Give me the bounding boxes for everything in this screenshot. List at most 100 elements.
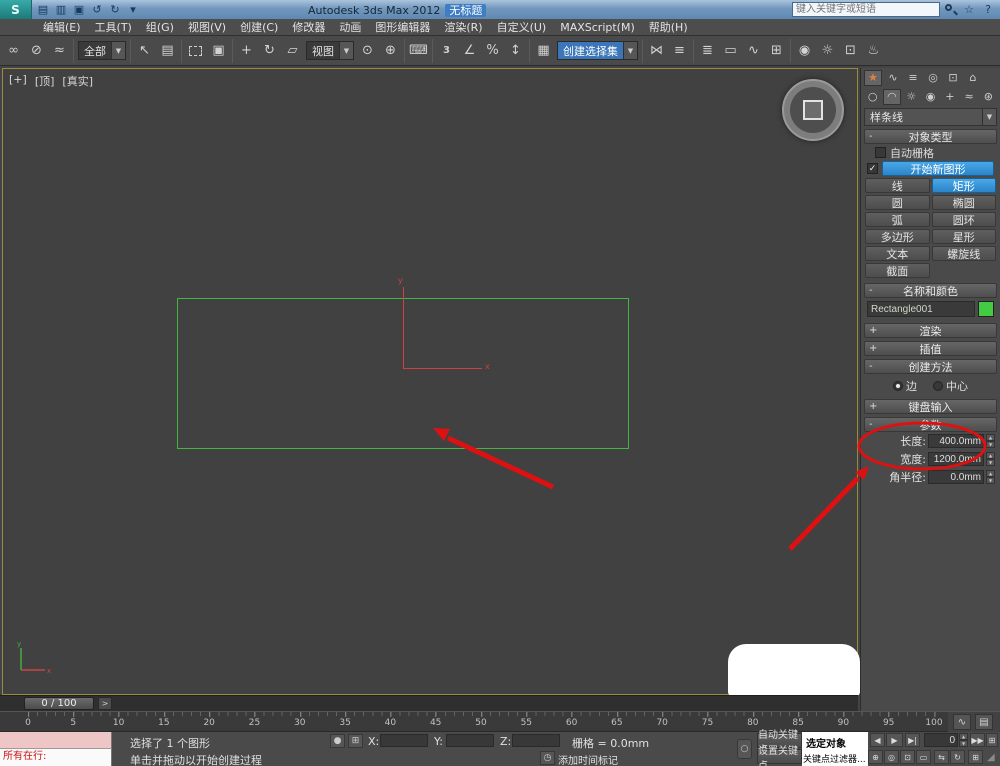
zoom-region-button[interactable]: ▭ bbox=[916, 750, 931, 764]
tab-display-icon[interactable]: ⊡ bbox=[944, 70, 962, 86]
category-lights-icon[interactable]: ☼ bbox=[903, 89, 920, 105]
track-bar[interactable]: 0 5 10 15 20 25 30 35 40 45 50 55 60 65 70 75 80 85 90 95 10… bbox=[0, 711, 948, 732]
schematic-view-icon[interactable]: ⊞ bbox=[766, 40, 787, 62]
undo-icon[interactable]: ↺ bbox=[88, 1, 106, 18]
pan-button[interactable]: ⇆ bbox=[934, 750, 949, 764]
time-slider-track[interactable]: 0 / 100 > bbox=[0, 695, 858, 711]
zoom-all-button[interactable]: ◎ bbox=[884, 750, 899, 764]
button-ellipse[interactable]: 椭圆 bbox=[931, 195, 996, 210]
button-polygon[interactable]: 多边形 bbox=[865, 229, 930, 244]
rendered-frame-window-icon[interactable]: ⊡ bbox=[840, 40, 861, 62]
menu-modifiers[interactable]: 修改器 bbox=[285, 19, 332, 36]
object-name-field[interactable] bbox=[867, 301, 975, 317]
rollout-rendering[interactable]: 渲染 bbox=[864, 323, 997, 338]
next-frame-nudge-button[interactable]: > bbox=[98, 697, 112, 710]
current-frame-field[interactable] bbox=[924, 733, 958, 747]
chevron-down-icon[interactable] bbox=[339, 42, 353, 59]
layer-manager-icon[interactable]: ≣ bbox=[697, 40, 718, 62]
tab-hierarchy-icon[interactable]: ≡ bbox=[904, 70, 922, 86]
rollout-object-type[interactable]: 对象类型 bbox=[864, 129, 997, 144]
menu-graph-editors[interactable]: 图形编辑器 bbox=[368, 19, 437, 36]
maximize-viewport-button[interactable]: ⊞ bbox=[968, 750, 983, 764]
mini-curve-editor-icon[interactable]: ∿ bbox=[953, 714, 971, 730]
menu-group[interactable]: 组(G) bbox=[139, 19, 181, 36]
time-configuration-button[interactable]: ⊞ bbox=[986, 733, 998, 747]
selected-object-dropdown[interactable]: 选定对象 bbox=[806, 735, 846, 750]
rollout-name-color[interactable]: 名称和颜色 bbox=[864, 283, 997, 298]
rollout-interpolation[interactable]: 插值 bbox=[864, 341, 997, 356]
button-circle[interactable]: 圆 bbox=[865, 195, 930, 210]
button-helix[interactable]: 螺旋线 bbox=[931, 246, 996, 261]
track-bar-filter-icon[interactable]: ▤ bbox=[975, 714, 993, 730]
render-icon[interactable]: ♨ bbox=[863, 40, 884, 62]
snap-toggle-icon[interactable]: 3 bbox=[436, 40, 457, 62]
category-helpers-icon[interactable]: + bbox=[941, 89, 958, 105]
menu-help[interactable]: 帮助(H) bbox=[642, 19, 695, 36]
application-menu-button[interactable]: S bbox=[0, 0, 32, 19]
zoom-extents-button[interactable]: ⊡ bbox=[900, 750, 915, 764]
category-shapes-icon[interactable]: ◠ bbox=[883, 88, 901, 105]
menu-tools[interactable]: 工具(T) bbox=[88, 19, 139, 36]
selection-filter-dropdown[interactable]: 全部 bbox=[78, 41, 126, 60]
z-coordinate-field[interactable] bbox=[512, 734, 560, 747]
autogrid-checkbox[interactable] bbox=[875, 147, 886, 158]
search-input[interactable] bbox=[792, 2, 940, 17]
frame-spinner[interactable] bbox=[959, 733, 968, 747]
button-rectangle[interactable]: 矩形 bbox=[931, 178, 996, 193]
next-frame-button[interactable]: ▶| bbox=[905, 733, 920, 747]
button-arc[interactable]: 弧 bbox=[865, 212, 930, 227]
maxscript-listener-field[interactable]: 所有在行: bbox=[0, 749, 112, 766]
width-field[interactable] bbox=[928, 452, 984, 466]
center-radio-option[interactable]: 中心 bbox=[933, 378, 968, 394]
viewcube[interactable] bbox=[782, 79, 844, 141]
menu-views[interactable]: 视图(V) bbox=[181, 19, 233, 36]
button-section[interactable]: 截面 bbox=[865, 263, 930, 278]
viewport-shading-menu[interactable]: [真实] bbox=[62, 73, 93, 89]
bind-to-spacewarp-icon[interactable]: ≈ bbox=[49, 40, 70, 62]
category-systems-icon[interactable]: ⊛ bbox=[980, 89, 997, 105]
category-geometry-icon[interactable]: ○ bbox=[864, 89, 881, 105]
favorites-star-icon[interactable]: ☆ bbox=[961, 2, 977, 17]
x-coordinate-field[interactable] bbox=[380, 734, 428, 747]
viewport-general-menu[interactable]: [+] bbox=[9, 73, 27, 89]
edge-radio[interactable] bbox=[893, 381, 903, 391]
rectangular-selection-region-icon[interactable] bbox=[185, 40, 206, 62]
spinner-snap-icon[interactable]: ↕ bbox=[505, 40, 526, 62]
button-text[interactable]: 文本 bbox=[865, 246, 930, 261]
viewport-pov-menu[interactable]: [顶] bbox=[35, 73, 55, 89]
corner-radius-field[interactable] bbox=[928, 470, 984, 484]
macro-recorder-field[interactable] bbox=[0, 732, 112, 749]
select-by-name-icon[interactable]: ▤ bbox=[157, 40, 178, 62]
qat-dropdown-icon[interactable]: ▾ bbox=[124, 1, 142, 18]
button-line[interactable]: 线 bbox=[865, 178, 930, 193]
menu-maxscript[interactable]: MAXScript(M) bbox=[553, 19, 642, 36]
absolute-mode-icon[interactable]: ⊞ bbox=[348, 734, 363, 748]
select-and-link-icon[interactable]: ∞ bbox=[3, 40, 24, 62]
previous-frame-button[interactable]: ◀ bbox=[870, 733, 885, 747]
select-object-icon[interactable]: ↖ bbox=[134, 40, 155, 62]
menu-create[interactable]: 创建(C) bbox=[233, 19, 285, 36]
tab-utilities-icon[interactable]: ⌂ bbox=[964, 70, 982, 86]
chevron-down-icon[interactable] bbox=[982, 109, 996, 125]
rollout-creation-method[interactable]: 创建方法 bbox=[864, 359, 997, 374]
orbit-button[interactable]: ↻ bbox=[950, 750, 965, 764]
select-and-scale-icon[interactable]: ▱ bbox=[282, 40, 303, 62]
ribbon-toggle-icon[interactable]: ▭ bbox=[720, 40, 741, 62]
rollout-keyboard-entry[interactable]: 键盘输入 bbox=[864, 399, 997, 414]
object-color-swatch[interactable] bbox=[978, 301, 994, 317]
corner-radius-spinner[interactable] bbox=[986, 470, 995, 484]
select-and-rotate-icon[interactable]: ↻ bbox=[259, 40, 280, 62]
new-scene-icon[interactable]: ▤ bbox=[34, 1, 52, 18]
select-and-manipulate-icon[interactable]: ⊕ bbox=[380, 40, 401, 62]
save-file-icon[interactable]: ▣ bbox=[70, 1, 88, 18]
shape-category-dropdown[interactable]: 样条线 bbox=[864, 108, 997, 126]
y-coordinate-field[interactable] bbox=[446, 734, 494, 747]
button-star[interactable]: 星形 bbox=[931, 229, 996, 244]
width-spinner[interactable] bbox=[986, 452, 995, 466]
curve-editor-icon[interactable]: ∿ bbox=[743, 40, 764, 62]
menu-rendering[interactable]: 渲染(R) bbox=[437, 19, 489, 36]
length-spinner[interactable] bbox=[986, 434, 995, 448]
menu-animation[interactable]: 动画 bbox=[332, 19, 368, 36]
redo-icon[interactable]: ↻ bbox=[106, 1, 124, 18]
play-button[interactable]: ▶ bbox=[886, 733, 903, 747]
